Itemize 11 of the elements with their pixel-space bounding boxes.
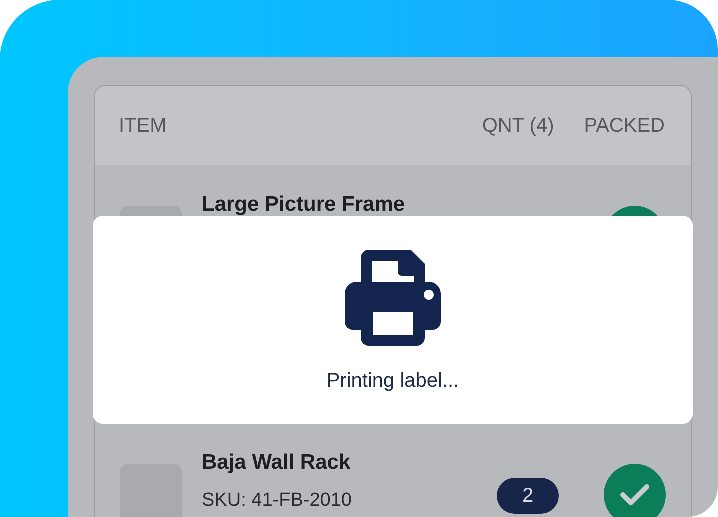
item-name: Baja Wall Rack — [202, 450, 352, 476]
column-header: PACKED — [584, 114, 665, 138]
packed-check[interactable] — [604, 464, 666, 517]
item-name: Large Picture Frame — [202, 192, 406, 218]
column-header: ITEM — [119, 114, 168, 138]
printer-icon — [345, 250, 441, 346]
checkmark-icon — [620, 483, 650, 507]
item-sku: SKU: 41-FB-2010 — [202, 488, 353, 512]
column-header: QNT (4) — [482, 114, 554, 138]
dialog-message: Printing label... — [326, 369, 460, 394]
quantity-badge: 2 — [497, 478, 559, 514]
